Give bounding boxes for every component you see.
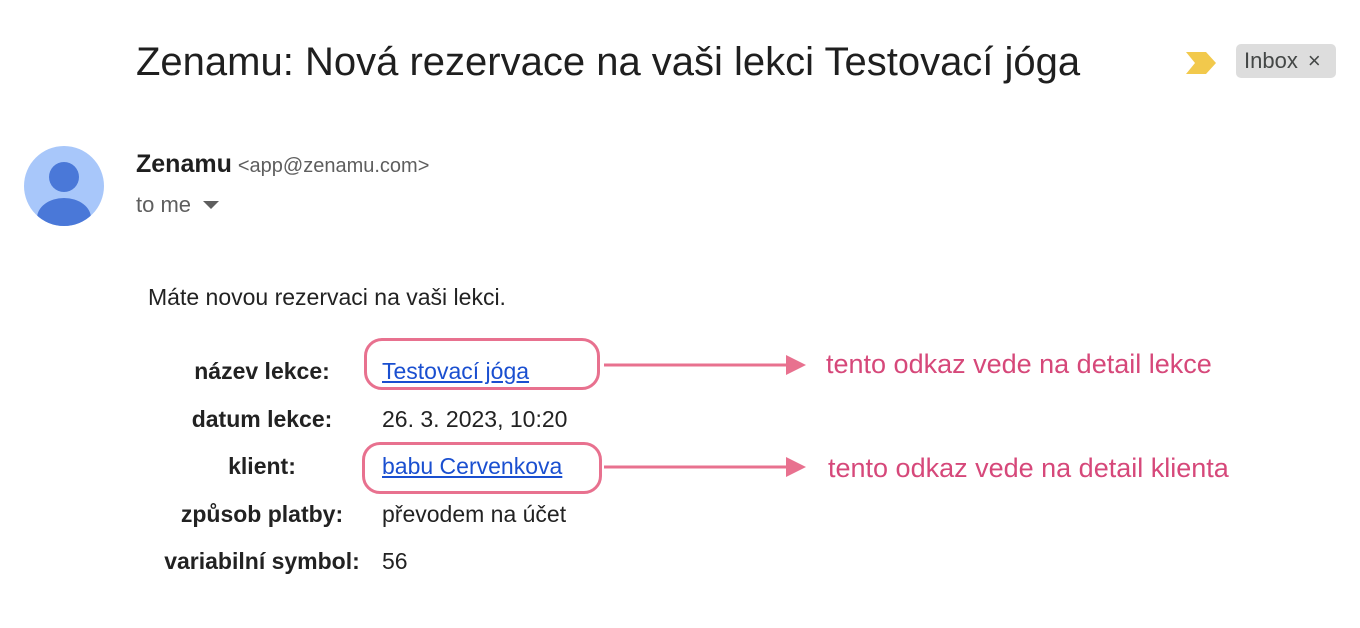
detail-row: způsob platby: převodem na účet [148, 491, 567, 539]
email-subject: Zenamu: Nová rezervace na vaši lekci Tes… [136, 40, 1081, 84]
inbox-label-chip[interactable]: Inbox × [1236, 44, 1336, 78]
payment-method-label: způsob platby: [180, 500, 344, 527]
detail-row: datum lekce: 26. 3. 2023, 10:20 [148, 396, 568, 444]
client-arrow-head [786, 457, 806, 477]
payment-method-value: převodem na účet [382, 500, 567, 527]
sender-line: Zenamu <app@zenamu.com> [136, 150, 429, 179]
lesson-link-highlight [364, 338, 600, 390]
variable-symbol-label: variabilní symbol: [164, 548, 360, 575]
caret-down-icon[interactable] [203, 201, 220, 209]
sender-email: <app@zenamu.com> [237, 155, 430, 177]
client-link-highlight [362, 442, 602, 494]
detail-row: variabilní symbol: 56 [148, 538, 567, 586]
importance-marker-icon[interactable] [1186, 52, 1216, 74]
client-link-annotation: tento odkaz vede na detail klienta [828, 453, 1229, 483]
lesson-date-label: datum lekce: [191, 405, 333, 432]
lesson-arrow-head [786, 355, 806, 375]
sender-name[interactable]: Zenamu [136, 150, 232, 178]
email-intro-text: Máte novou rezervaci na vaši lekci. [148, 284, 506, 310]
recipient-label: to me [136, 192, 192, 217]
remove-label-icon[interactable]: × [1308, 48, 1321, 74]
person-avatar-icon [37, 162, 91, 226]
recipient-details-toggle[interactable]: to me [136, 192, 220, 218]
sender-avatar[interactable] [24, 146, 104, 226]
variable-symbol-value: 56 [382, 548, 408, 575]
inbox-label-text: Inbox [1244, 48, 1298, 73]
lesson-name-label: název lekce: [194, 358, 330, 385]
lesson-date-value: 26. 3. 2023, 10:20 [382, 405, 568, 432]
lesson-link-annotation: tento odkaz vede na detail lekce [826, 349, 1212, 379]
client-label: klient: [228, 453, 296, 480]
